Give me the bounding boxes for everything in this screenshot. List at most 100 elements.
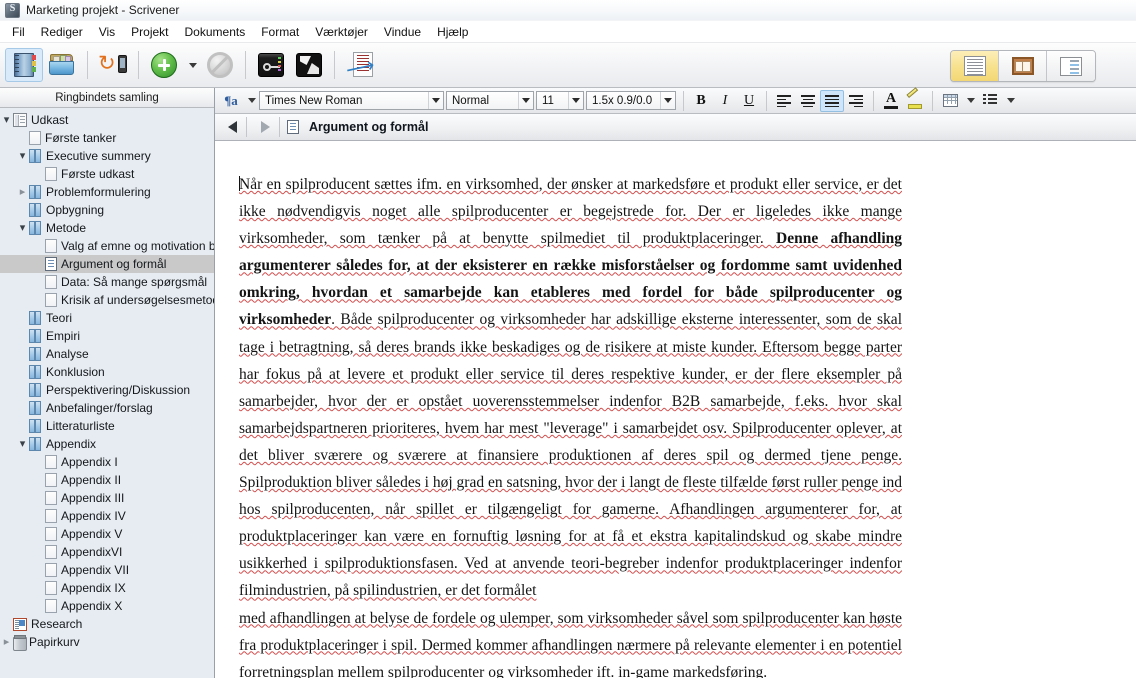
menu-item-label: Dokuments <box>184 24 246 39</box>
chevron-down-icon[interactable] <box>16 147 29 165</box>
menu-item-rediger[interactable]: Rediger <box>33 23 91 41</box>
sidebar-item-krisik-af-unders-gelsesmetode[interactable]: Krisik af undersøgelsesmetode ... <box>0 291 214 309</box>
text-color-icon: A <box>883 91 899 109</box>
chevron-down-icon <box>189 62 197 68</box>
table-menu-button[interactable] <box>962 90 978 112</box>
sidebar-item-anbefalinger-forslag[interactable]: Anbefalinger/forslag <box>0 399 214 417</box>
document-text[interactable]: Når en spilproducent sættes ifm. en virk… <box>239 171 902 678</box>
compose-mode-button[interactable] <box>252 48 290 82</box>
font-family-dropdown[interactable]: Times New Roman <box>259 91 444 110</box>
sidebar-item-analyse[interactable]: Analyse <box>0 345 214 363</box>
chevron-down-icon[interactable] <box>16 435 29 453</box>
chevron-right-icon[interactable] <box>0 633 13 651</box>
binder-toggle-button[interactable] <box>5 48 43 82</box>
back-arrow-icon[interactable] <box>221 116 243 138</box>
align-center-button[interactable] <box>796 90 820 112</box>
blank-page-icon <box>45 491 57 505</box>
add-item-button[interactable] <box>145 48 183 82</box>
compile-button[interactable]: ⟶ <box>341 48 379 82</box>
format-bar: ¶a Times New Roman Normal 11 1.5x 0.9/0.… <box>215 86 1136 114</box>
menu-item-fil[interactable]: Fil <box>4 23 33 41</box>
chevron-down-icon[interactable] <box>16 219 29 237</box>
font-size-dropdown[interactable]: 11 <box>536 91 584 110</box>
line-spacing-dropdown[interactable]: 1.5x 0.9/0.0 <box>586 91 676 110</box>
paragraph-style-dropdown[interactable]: Normal <box>446 91 534 110</box>
sidebar-item-teori[interactable]: Teori <box>0 309 214 327</box>
editor-page[interactable]: Når en spilproducent sættes ifm. en virk… <box>215 141 1136 678</box>
chevron-down-icon[interactable] <box>0 111 13 129</box>
sidebar-item-appendix-vii[interactable]: Appendix VII <box>0 561 214 579</box>
sidebar-item-problemformulering[interactable]: Problemformulering <box>0 183 214 201</box>
menu-item-vrktjer[interactable]: Værktøjer <box>307 23 376 41</box>
sidebar-item-papirkurv[interactable]: Papirkurv <box>0 633 214 651</box>
text-color-button[interactable]: A <box>879 90 903 112</box>
chevron-right-icon[interactable] <box>16 183 29 201</box>
sidebar-item-f-rste-tanker[interactable]: Første tanker <box>0 129 214 147</box>
align-right-button[interactable] <box>844 90 868 112</box>
document-view-icon <box>963 56 986 76</box>
sidebar-item-appendix[interactable]: Appendix <box>0 435 214 453</box>
list-button[interactable] <box>978 90 1002 112</box>
align-justify-button[interactable] <box>820 89 844 112</box>
inspector-toggle-button[interactable] <box>290 48 328 82</box>
sidebar-item-data-s-mange-sp-rgsm-l[interactable]: Data: Så mange spørgsmål <box>0 273 214 291</box>
bold-button[interactable]: B <box>689 90 713 112</box>
view-mode-corkboard-button[interactable] <box>999 51 1047 81</box>
menu-item-vis[interactable]: Vis <box>91 23 123 41</box>
align-left-button[interactable] <box>772 90 796 112</box>
underline-button[interactable]: U <box>737 90 761 112</box>
sync-button[interactable]: ↻ <box>94 48 132 82</box>
sidebar-item-opbygning[interactable]: Opbygning <box>0 201 214 219</box>
page-title: Argument og formål <box>309 120 429 134</box>
sidebar-item-valg-af-emne-og-motivation-bag[interactable]: Valg af emne og motivation bag <box>0 237 214 255</box>
header-separator <box>246 117 247 137</box>
chevron-down-icon <box>518 92 533 109</box>
view-mode-outliner-button[interactable] <box>1047 51 1095 81</box>
sidebar-item-appendix-iv[interactable]: Appendix IV <box>0 507 214 525</box>
sidebar-item-empiri[interactable]: Empiri <box>0 327 214 345</box>
window-title: Marketing projekt - Scrivener <box>26 3 180 17</box>
menu-item-hjlp[interactable]: Hjælp <box>429 23 476 41</box>
italic-button[interactable]: I <box>713 90 737 112</box>
sidebar-item-research[interactable]: Research <box>0 615 214 633</box>
font-size-value: 11 <box>542 94 554 107</box>
binder-tree[interactable]: Udkast Første tanker Executive summery Førs… <box>0 108 214 678</box>
menu-item-label: Format <box>261 24 300 39</box>
sidebar-item-argument-og-form-l[interactable]: Argument og formål <box>0 255 214 273</box>
sidebar-item-litteraturliste[interactable]: Litteraturliste <box>0 417 214 435</box>
italic-label: I <box>722 92 728 108</box>
sidebar-item-f-rste-udkast[interactable]: Første udkast <box>0 165 214 183</box>
menu-item-vindue[interactable]: Vindue <box>376 23 429 41</box>
sidebar-item-appendix-v[interactable]: Appendix V <box>0 525 214 543</box>
forward-arrow-icon[interactable] <box>254 116 276 138</box>
sidebar-item-executive-summery[interactable]: Executive summery <box>0 147 214 165</box>
align-justify-icon <box>825 95 839 107</box>
menu-item-projekt[interactable]: Projekt <box>123 23 176 41</box>
add-item-menu-button[interactable] <box>183 48 201 82</box>
list-menu-button[interactable] <box>1002 90 1018 112</box>
folder-icon <box>29 311 42 325</box>
sidebar-item-appendix-ix[interactable]: Appendix IX <box>0 579 214 597</box>
paragraph-style-button[interactable]: ¶a <box>219 90 243 112</box>
menu-item-dokuments[interactable]: Dokuments <box>177 23 254 41</box>
sidebar-item-appendixvi[interactable]: AppendixVI <box>0 543 214 561</box>
sidebar-item-udkast[interactable]: Udkast <box>0 111 214 129</box>
sidebar-item-perspektivering-diskussion[interactable]: Perspektivering/Diskussion <box>0 381 214 399</box>
sync-icon: ↻ <box>98 52 128 78</box>
sidebar-item-appendix-x[interactable]: Appendix X <box>0 597 214 615</box>
list-icon <box>983 94 998 107</box>
sidebar-item-appendix-ii[interactable]: Appendix II <box>0 471 214 489</box>
sidebar-item-appendix-i[interactable]: Appendix I <box>0 453 214 471</box>
collections-button[interactable] <box>43 48 81 82</box>
sidebar-item-konklusion[interactable]: Konklusion <box>0 363 214 381</box>
view-mode-document-button[interactable] <box>951 51 999 81</box>
table-button[interactable] <box>938 90 962 112</box>
paragraph-style-menu-button[interactable] <box>243 90 259 112</box>
menu-item-format[interactable]: Format <box>253 23 307 41</box>
no-entry-button[interactable] <box>201 48 239 82</box>
sidebar-item-appendix-iii[interactable]: Appendix III <box>0 489 214 507</box>
sidebar-item-metode[interactable]: Metode <box>0 219 214 237</box>
sidebar-item-label: Første tanker <box>45 131 117 145</box>
highlight-button[interactable] <box>903 86 927 112</box>
sidebar-item-label: Empiri <box>46 329 81 343</box>
